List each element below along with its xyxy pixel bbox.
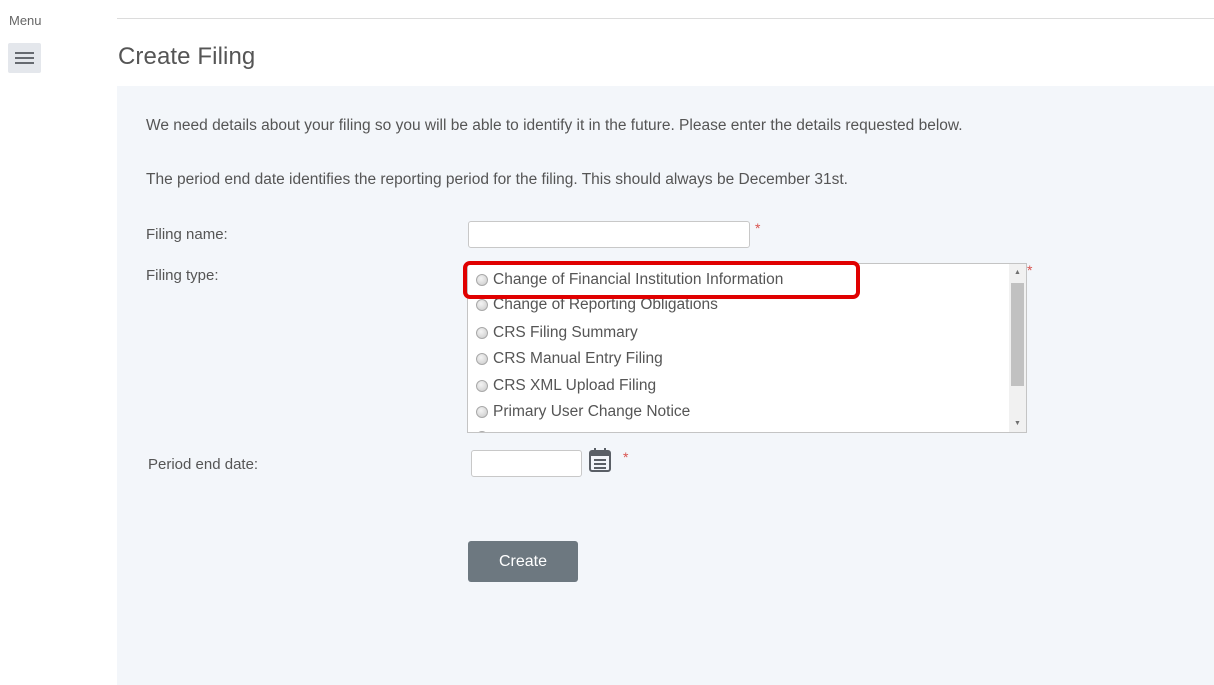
scroll-down-icon[interactable]: ▼ (1009, 415, 1026, 432)
filing-name-label: Filing name: (146, 226, 228, 243)
intro-text-2: The period end date identifies the repor… (146, 171, 848, 188)
filing-type-required: * (1027, 262, 1033, 278)
radio-icon[interactable] (476, 353, 488, 365)
filing-type-listbox[interactable]: Change of Financial Institution Informat… (467, 263, 1027, 433)
filing-type-option[interactable]: Primary User Change Notice (476, 399, 690, 425)
create-button[interactable]: Create (468, 541, 578, 582)
option-label: CRS Filing Summary (493, 324, 638, 341)
page-title: Create Filing (118, 43, 256, 70)
filing-type-option[interactable]: CRS Manual Entry Filing (476, 346, 663, 372)
option-label: CRS XML Upload Filing (493, 377, 657, 394)
header-divider (117, 18, 1214, 19)
period-end-date-label: Period end date: (148, 456, 259, 473)
filing-type-label: Filing type: (146, 267, 219, 284)
page: Menu Create Filing We need details about… (0, 0, 1214, 685)
radio-icon[interactable] (476, 431, 488, 432)
filing-type-option[interactable]: Change of Reporting Obligations (476, 293, 718, 317)
menu-button[interactable] (8, 43, 41, 73)
scroll-up-icon[interactable]: ▲ (1009, 264, 1026, 281)
period-end-date-input[interactable] (471, 450, 582, 477)
listbox-scrollbar[interactable]: ▲ ▼ (1009, 264, 1026, 432)
filing-name-input[interactable] (468, 221, 750, 248)
radio-icon[interactable] (476, 380, 488, 392)
calendar-icon[interactable] (588, 447, 612, 473)
option-label: Change of Financial Institution Informat… (493, 271, 784, 288)
option-label: Primary User Change Notice (493, 403, 691, 420)
radio-icon[interactable] (476, 327, 488, 339)
radio-icon[interactable] (476, 406, 488, 418)
scroll-thumb[interactable] (1011, 283, 1024, 386)
period-end-date-required: * (623, 449, 629, 465)
filing-type-option[interactable]: CRS Filing Summary (476, 320, 638, 346)
option-label: Change of Reporting Obligations (493, 296, 718, 313)
filing-type-option[interactable]: CRS XML Upload Filing (476, 373, 656, 399)
filing-type-option-partial[interactable] (476, 424, 493, 432)
radio-icon[interactable] (476, 274, 488, 286)
filing-type-option[interactable]: Change of Financial Institution Informat… (476, 267, 783, 293)
menu-label: Menu (9, 13, 42, 28)
radio-icon[interactable] (476, 299, 488, 311)
option-label: CRS Manual Entry Filing (493, 350, 663, 367)
filing-name-required: * (755, 220, 761, 236)
intro-text-1: We need details about your filing so you… (146, 117, 963, 134)
